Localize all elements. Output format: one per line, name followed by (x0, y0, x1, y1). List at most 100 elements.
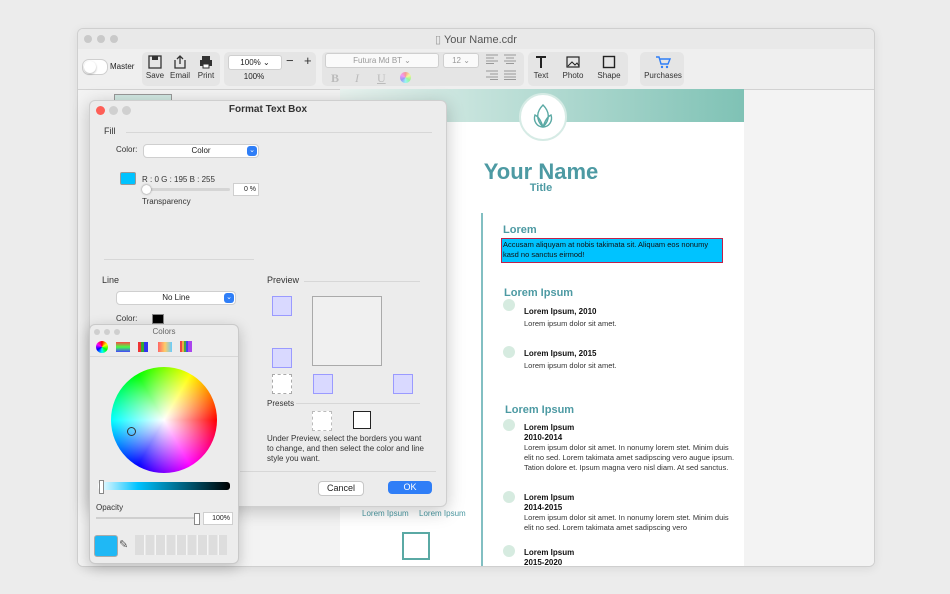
email-button[interactable]: Email (169, 55, 191, 80)
italic-button[interactable]: I (355, 71, 359, 86)
zoom-select[interactable]: 100% ⌄ (228, 55, 282, 70)
pencils-tab-icon[interactable] (180, 341, 192, 352)
colors-title: Colors (152, 327, 176, 336)
fill-color-label: Color: (116, 145, 138, 154)
rgb-readout: R : 0 G : 195 B : 255 (142, 175, 215, 184)
printer-icon (200, 56, 212, 69)
cancel-button[interactable]: Cancel (318, 481, 364, 496)
section-heading[interactable]: Lorem Ipsum (505, 404, 574, 416)
ok-button[interactable]: OK (388, 481, 432, 494)
resume-title[interactable]: Title (458, 182, 624, 194)
align-left-icon[interactable] (485, 54, 499, 67)
save-icon (148, 55, 162, 69)
cart-icon (656, 56, 671, 69)
photo-icon (566, 56, 580, 68)
entry-text[interactable]: Lorem ipsum dolor sit amet. In nonumy lo… (524, 443, 736, 473)
save-button[interactable]: Save (144, 55, 166, 80)
left-border-button[interactable] (313, 374, 333, 394)
top-border-button[interactable] (272, 296, 292, 316)
inner-border-button[interactable] (272, 374, 292, 394)
line-color-label: Color: (116, 314, 138, 323)
colors-panel: Colors Opacity 100% ✎ (89, 324, 239, 564)
align-right-icon[interactable] (485, 70, 499, 83)
underline-button[interactable]: U (377, 71, 386, 86)
font-select[interactable]: Futura Md BT ⌄ (325, 53, 439, 68)
current-color-swatch[interactable] (94, 535, 118, 557)
selected-text-box[interactable]: Accusam aliquyam at nobis takimata sit. … (501, 238, 723, 263)
zoom-in-button[interactable]: + (304, 53, 312, 68)
saved-swatches[interactable] (135, 535, 227, 555)
entry-text[interactable]: Lorem ipsum dolor sit amet. (524, 361, 617, 371)
preset-none-button[interactable] (312, 411, 332, 431)
purchases-button[interactable]: Purchases (640, 55, 686, 80)
text-button[interactable]: Text (530, 55, 552, 80)
timeline-dot (503, 419, 515, 431)
photo-button[interactable]: Photo (560, 55, 586, 80)
master-label: Master (110, 62, 135, 71)
entry-text[interactable]: Lorem ipsum dolor sit amet. (524, 319, 617, 329)
timeline-line (481, 213, 483, 566)
left-link[interactable]: Lorem Ipsum (419, 509, 466, 518)
bold-button[interactable]: B (331, 71, 339, 86)
title-bar: ▯ Your Name.cdr (78, 29, 874, 50)
divider (104, 259, 254, 260)
print-button[interactable]: Print (195, 55, 217, 80)
logo-circle (519, 93, 567, 141)
share-icon (174, 55, 186, 69)
entry-heading[interactable]: Lorem Ipsum, 2015 (524, 349, 596, 358)
zoom-out-button[interactable]: − (286, 53, 294, 68)
line-color-well[interactable] (152, 314, 164, 324)
fill-label: Fill (104, 126, 116, 136)
align-justify-icon[interactable] (503, 70, 517, 83)
color-wheel-tab-icon[interactable] (96, 341, 108, 353)
opacity-label: Opacity (96, 503, 124, 512)
fill-type-select[interactable]: Color ⌄ (143, 144, 259, 158)
entry-text[interactable]: Lorem ipsum dolor sit amet. In nonumy lo… (524, 513, 736, 533)
master-toggle[interactable] (82, 59, 108, 75)
border-preview[interactable] (312, 296, 382, 366)
text-color-icon[interactable] (400, 72, 411, 83)
entry-years[interactable]: 2015-2020 (524, 558, 562, 566)
entry-heading[interactable]: Lorem Ipsum (524, 423, 574, 432)
photo-placeholder-icon[interactable] (402, 532, 430, 560)
transparency-field[interactable]: 0 % (233, 183, 259, 196)
line-style-select[interactable]: No Line ⌄ (116, 291, 236, 305)
color-sliders-tab-icon[interactable] (116, 342, 130, 352)
timeline-dot (503, 491, 515, 503)
entry-heading[interactable]: Lorem Ipsum (524, 548, 574, 557)
align-center-icon[interactable] (503, 54, 517, 67)
font-size-select[interactable]: 12 ⌄ (443, 53, 479, 68)
line-label: Line (102, 275, 120, 285)
opacity-field[interactable]: 100% (203, 512, 233, 525)
right-border-button[interactable] (393, 374, 413, 394)
transparency-slider[interactable] (142, 185, 230, 194)
left-link[interactable]: Lorem Ipsum (362, 509, 409, 518)
timeline-dot (503, 299, 515, 311)
entry-years[interactable]: 2014-2015 (524, 503, 562, 512)
fill-color-well[interactable] (120, 172, 136, 185)
timeline-dot (503, 346, 515, 358)
entry-heading[interactable]: Lorem Ipsum (524, 493, 574, 502)
transparency-label: Transparency (142, 197, 191, 206)
bottom-border-button[interactable] (272, 348, 292, 368)
slider-knob[interactable] (142, 185, 151, 194)
section-heading[interactable]: Lorem (503, 224, 537, 236)
square-icon (602, 55, 616, 69)
text-icon (536, 56, 546, 68)
timeline-dot (503, 545, 515, 557)
shape-button[interactable]: Shape (595, 55, 623, 80)
color-picker-crosshair-icon (127, 427, 136, 436)
eyedropper-icon[interactable]: ✎ (119, 538, 128, 551)
entry-years[interactable]: 2010-2014 (524, 433, 562, 442)
image-palettes-tab-icon[interactable] (158, 342, 172, 352)
section-heading[interactable]: Lorem Ipsum (504, 287, 573, 299)
chevron-down-icon: ⌄ (224, 293, 234, 303)
color-palettes-tab-icon[interactable] (138, 342, 148, 352)
preset-box-button[interactable] (353, 411, 371, 429)
divider (304, 281, 420, 282)
dialog-title: Format Text Box (228, 104, 308, 115)
opacity-slider[interactable] (96, 513, 200, 525)
entry-heading[interactable]: Lorem Ipsum, 2010 (524, 307, 596, 316)
color-wheel[interactable] (111, 367, 217, 473)
brightness-slider[interactable] (98, 480, 230, 494)
